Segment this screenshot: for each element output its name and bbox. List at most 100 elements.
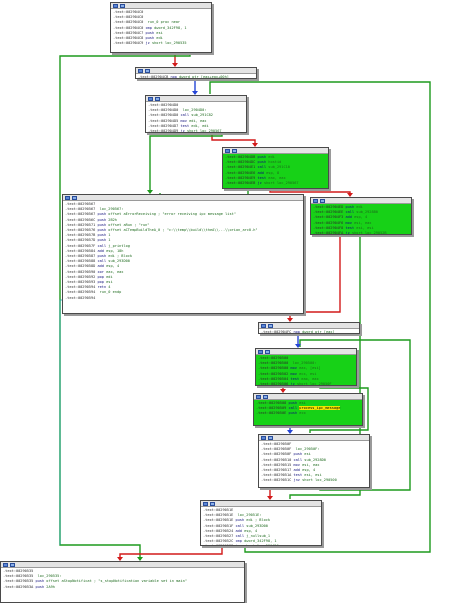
operand: short loc_29050F bbox=[296, 382, 332, 386]
operand: offset aStopNotificat ; "s_stopNotificat… bbox=[46, 579, 187, 584]
block-color-icon[interactable] bbox=[268, 324, 273, 328]
address: .text:002904E9 bbox=[225, 175, 256, 180]
block-color-icon[interactable] bbox=[268, 436, 273, 440]
operand: loc_290535: bbox=[37, 574, 62, 579]
operand: dword_342F98, 1 bbox=[154, 25, 187, 30]
block-color-icon[interactable] bbox=[145, 69, 150, 73]
operand: run_0 endp bbox=[99, 290, 122, 295]
address: .text:0029050F bbox=[261, 442, 292, 446]
mnemonic: xor bbox=[97, 269, 104, 274]
disasm-line[interactable]: .text:002904FC nop dword ptr [eax] bbox=[261, 330, 357, 334]
disasm-line[interactable]: .text:002904CB nop dword ptr [eax+eax+00… bbox=[138, 75, 254, 78]
block-color-icon[interactable] bbox=[120, 4, 125, 8]
disasm-line[interactable]: .text:00290533 jnz short loc_2904D0 bbox=[203, 544, 319, 545]
address: .text:00290510 bbox=[261, 457, 292, 462]
graph-view-icon[interactable] bbox=[261, 324, 266, 328]
graph-view-icon[interactable] bbox=[225, 149, 230, 153]
disasm-line[interactable]: .text:002904D9 jz short loc_290567 bbox=[148, 129, 244, 133]
disasm-line[interactable]: .text:00290594 bbox=[65, 296, 301, 301]
block-color-icon[interactable] bbox=[320, 199, 325, 203]
operand: loc_290567: bbox=[99, 207, 124, 212]
graph-view-icon[interactable] bbox=[261, 436, 266, 440]
address: .text:0029056C bbox=[65, 217, 96, 222]
graph-view-icon[interactable] bbox=[65, 196, 70, 200]
graph-view-icon[interactable] bbox=[138, 69, 143, 73]
address: .text:00290576 bbox=[65, 228, 96, 233]
mnemonic: mov bbox=[293, 462, 300, 467]
code-block-n6[interactable]: .text:002904ED push edi .text:002904EE ca… bbox=[310, 197, 412, 235]
address: .text:00290594 bbox=[65, 295, 96, 300]
graph-view-icon[interactable] bbox=[113, 4, 118, 8]
code-block-n10[interactable]: .text:0029050F .text:0029050F loc_29050F… bbox=[258, 434, 370, 488]
disassembly-lines: .text:002904CB nop dword ptr [eax+eax+00… bbox=[136, 74, 256, 78]
address: .text:00290508 bbox=[256, 401, 287, 405]
disassembly-lines: .text:002904C0 .text:002904C0 .text:0029… bbox=[111, 9, 211, 47]
disasm-line[interactable]: .text:0029051C jnz short loc_290500 bbox=[261, 478, 367, 483]
disasm-line[interactable]: .text:00290506 jz short loc_29050F bbox=[258, 382, 354, 386]
graph-view-icon[interactable] bbox=[148, 97, 153, 101]
block-color-icon[interactable] bbox=[10, 563, 15, 567]
code-block-n11[interactable]: .text:0029051E .text:0029051E loc_29051E… bbox=[200, 500, 322, 546]
disasm-line[interactable]: .text:002904EB jz short loc_290567 bbox=[225, 181, 326, 186]
code-block-n12[interactable]: .text:00290535 .text:00290535 loc_290535… bbox=[0, 561, 245, 603]
operand: loc_29050F: bbox=[295, 447, 320, 452]
mnemonic: jnz bbox=[235, 544, 242, 545]
edge-back-left bbox=[59, 299, 62, 545]
operand: j_nullsub_1 bbox=[246, 534, 271, 539]
address: .text:0029051E bbox=[203, 513, 234, 518]
graph-view-icon[interactable] bbox=[203, 502, 208, 506]
mnemonic: mov bbox=[290, 371, 297, 376]
address: .text:00290567 bbox=[65, 212, 96, 217]
address: .text:00290567 bbox=[65, 202, 96, 206]
mnemonic: add bbox=[345, 215, 352, 220]
address: .text:0029053A bbox=[3, 584, 34, 589]
operand: sub_293D00 bbox=[246, 523, 268, 528]
operand: edi bbox=[268, 155, 275, 159]
code-block-n7[interactable]: .text:002904FC nop dword ptr [eax] bbox=[258, 322, 360, 334]
operand: esi, esi bbox=[304, 473, 322, 478]
mnemonic: pop bbox=[97, 274, 104, 279]
block-color-icon[interactable] bbox=[265, 350, 270, 354]
code-block-n1[interactable]: .text:002904C0 .text:002904C0 .text:0029… bbox=[110, 2, 212, 53]
address: .text:002904D0 bbox=[148, 113, 179, 118]
operand: esi, eax bbox=[302, 462, 320, 467]
block-color-icon[interactable] bbox=[263, 395, 268, 399]
operand: eax, eax bbox=[106, 269, 124, 274]
operand: short loc_290567 bbox=[186, 129, 222, 133]
disasm-line[interactable]: .text:0029053A push 2A9h bbox=[3, 585, 242, 590]
mnemonic: retn bbox=[97, 285, 107, 290]
code-block-n4[interactable]: .text:002904DB push edi .text:002904DC pu… bbox=[222, 147, 329, 189]
code-block-n3[interactable]: .text:002904D0 .text:002904D0 loc_2904D0… bbox=[145, 95, 247, 133]
graph-view-icon[interactable] bbox=[258, 350, 263, 354]
code-block-n8[interactable]: .text:00290500 .text:00290500 loc_290500… bbox=[255, 348, 357, 386]
mnemonic: push bbox=[97, 217, 107, 222]
mnemonic: call bbox=[293, 457, 303, 462]
code-block-n5[interactable]: .text:00290567 .text:00290567 loc_290567… bbox=[62, 194, 304, 314]
block-color-icon[interactable] bbox=[232, 149, 237, 153]
block-color-icon[interactable] bbox=[155, 97, 160, 101]
disassembly-lines: .text:002904FC nop dword ptr [eax] bbox=[259, 329, 359, 334]
code-block-n9[interactable]: .text:00290508 push esi .text:00290509 ca… bbox=[253, 393, 363, 426]
graph-view-icon[interactable] bbox=[3, 563, 8, 567]
operand: edi bbox=[156, 36, 163, 41]
address: .text:00290509 bbox=[256, 406, 287, 411]
address: .text:002904F3 bbox=[313, 215, 344, 220]
operand: offset aCTempBuildTheA_0 ; "c:\\temp\\bu… bbox=[108, 228, 258, 233]
disasm-line[interactable]: .text:002904C9 jz short loc_290535 bbox=[113, 41, 209, 46]
mnemonic: nop bbox=[293, 330, 300, 334]
operand: 1 bbox=[108, 233, 111, 238]
operand: edi bbox=[106, 274, 113, 279]
disasm-line[interactable]: .text:002904FA jz short loc_29052B bbox=[313, 231, 409, 234]
block-color-icon[interactable] bbox=[72, 196, 77, 200]
graph-view-icon[interactable] bbox=[313, 199, 318, 203]
disasm-line[interactable]: .text:0029050E push ecx bbox=[256, 411, 360, 416]
address: .text:002904EE bbox=[313, 210, 344, 215]
address: .text:002904DC bbox=[225, 160, 256, 165]
mnemonic: push bbox=[97, 212, 107, 217]
operand: ecx, esi bbox=[299, 371, 317, 376]
code-block-n2[interactable]: .text:002904CB nop dword ptr [eax+eax+00… bbox=[135, 67, 257, 79]
mnemonic: push bbox=[288, 401, 298, 405]
operand: esi bbox=[299, 401, 306, 405]
block-color-icon[interactable] bbox=[210, 502, 215, 506]
graph-view-icon[interactable] bbox=[256, 395, 261, 399]
